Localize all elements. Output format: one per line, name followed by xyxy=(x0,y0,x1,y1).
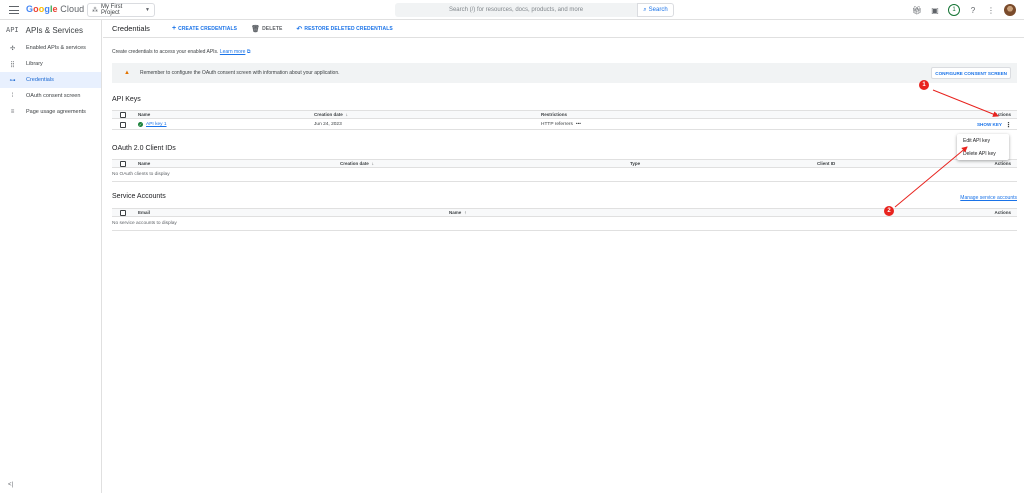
collapse-sidebar-icon[interactable]: <| xyxy=(8,482,13,488)
hub-icon: ✣ xyxy=(9,45,16,52)
sa-empty-row xyxy=(112,218,1017,231)
key-icon: ⊶ xyxy=(9,77,16,84)
project-icon: ⁂ xyxy=(92,7,98,14)
edit-api-key-menu-item[interactable]: Edit API key xyxy=(957,134,1009,147)
notifications-badge[interactable]: 1 xyxy=(948,4,960,16)
page-title: Credentials xyxy=(112,24,150,33)
table-row: ✓ API key 1 Jun 24, 2023 HTTP referrers … xyxy=(112,120,1017,130)
oauth-empty-row xyxy=(112,169,1017,182)
manage-service-accounts-link[interactable]: Manage service accounts xyxy=(960,195,1017,201)
more-vert-icon[interactable]: ⋮ xyxy=(986,5,996,15)
warning-icon: ▲ xyxy=(124,70,130,76)
check-circle-icon: ✓ xyxy=(138,122,143,127)
search-icon: ⌕ xyxy=(643,6,647,13)
sidebar-item-enabled-apis[interactable]: ✣ Enabled APIs & services xyxy=(0,40,101,56)
row-checkbox[interactable] xyxy=(120,121,126,128)
sidebar-item-oauth-consent[interactable]: ⁞ OAuth consent screen xyxy=(0,88,101,104)
arrow-down-icon: ↓ xyxy=(345,112,349,117)
sa-col-email[interactable]: Email xyxy=(138,209,150,216)
service-accounts-header-row: Email Name ↑ Actions xyxy=(112,208,1017,217)
main-menu-icon[interactable] xyxy=(8,4,20,16)
col-restrictions: Restrictions xyxy=(541,112,568,117)
search-button[interactable]: ⌕ Search xyxy=(637,3,674,17)
toolbar: Credentials + CREATE CREDENTIALS 🗑︎ DELE… xyxy=(103,20,1024,38)
consent-warning-banner: ▲ Remember to configure the OAuth consen… xyxy=(112,63,1017,83)
sidebar-header: API APIs & Services xyxy=(0,20,101,40)
banner-text: Remember to configure the OAuth consent … xyxy=(139,70,340,76)
create-credentials-button[interactable]: + CREATE CREDENTIALS xyxy=(172,25,237,32)
agreements-icon: ≡ xyxy=(10,109,15,115)
sa-col-name[interactable]: Name ↑ xyxy=(449,209,467,216)
api-icon: API xyxy=(6,26,19,34)
sidebar: API APIs & Services ✣ Enabled APIs & ser… xyxy=(0,20,102,493)
delete-button[interactable]: 🗑︎ DELETE xyxy=(251,25,282,33)
help-icon[interactable]: ? xyxy=(968,5,978,15)
configure-consent-screen-button[interactable]: CONFIGURE CONSENT SCREEN xyxy=(931,67,1011,79)
api-key-restrictions: HTTP referrers ••• xyxy=(541,122,581,127)
chevron-down-icon: ▼ xyxy=(145,7,150,13)
project-name: My First Project xyxy=(101,4,123,16)
api-key-actions-menu: Edit API key Delete API key xyxy=(957,134,1009,160)
sidebar-item-library[interactable]: ⣿ Library xyxy=(0,56,101,72)
service-accounts-title: Service Accounts xyxy=(112,193,166,200)
sidebar-item-page-usage[interactable]: ≡ Page usage agreements xyxy=(0,104,101,120)
oauth-col-name[interactable]: Name xyxy=(138,160,150,167)
undo-icon: ↶ xyxy=(296,25,303,33)
row-actions-kebab-icon[interactable]: ⋮ xyxy=(1005,121,1012,129)
consent-icon: ⁞ xyxy=(11,93,14,99)
more-restrictions-icon[interactable]: ••• xyxy=(576,122,581,127)
google-cloud-logo[interactable]: Google Cloud xyxy=(26,4,84,14)
external-link-icon: ⧉ xyxy=(246,49,251,55)
col-name[interactable]: Name xyxy=(138,111,150,118)
library-icon: ⣿ xyxy=(10,61,15,68)
arrow-down-icon: ↓ xyxy=(371,161,375,166)
main-content: Credentials + CREATE CREDENTIALS 🗑︎ DELE… xyxy=(103,20,1024,493)
oauth-col-actions: Actions xyxy=(994,161,1011,166)
col-creation-date[interactable]: Creation date ↓ xyxy=(314,111,348,118)
plus-icon: + xyxy=(171,25,177,32)
select-all-checkbox[interactable] xyxy=(120,111,126,118)
intro-text: Create credentials to access your enable… xyxy=(112,49,251,55)
col-actions: Actions xyxy=(994,112,1011,117)
sidebar-item-credentials[interactable]: ⊶ Credentials xyxy=(0,72,101,88)
top-actions: 🎁︎ ▣ 1 ? ⋮ xyxy=(912,3,1016,17)
oauth-title: OAuth 2.0 Client IDs xyxy=(112,145,176,152)
sa-col-actions: Actions xyxy=(994,210,1011,215)
project-picker[interactable]: ⁂ My First Project ▼ xyxy=(87,3,155,17)
gift-icon[interactable]: 🎁︎ xyxy=(912,5,922,15)
trash-icon: 🗑︎ xyxy=(251,25,261,33)
oauth-col-creation-date[interactable]: Creation date ↓ xyxy=(340,160,374,167)
arrow-up-icon: ↑ xyxy=(464,210,467,215)
api-key-creation-date: Jun 24, 2023 xyxy=(314,122,342,127)
annotation-marker-2: 2 xyxy=(884,206,894,216)
oauth-header-row: Name Creation date ↓ Type Client ID Acti… xyxy=(112,159,1017,168)
learn-more-link[interactable]: Learn more xyxy=(220,49,246,55)
sidebar-title: APIs & Services xyxy=(25,25,84,35)
restore-deleted-button[interactable]: ↶ RESTORE DELETED CREDENTIALS xyxy=(296,25,392,33)
cloud-shell-icon[interactable]: ▣ xyxy=(930,5,940,15)
oauth-col-client-id: Client ID xyxy=(817,161,836,166)
show-key-button[interactable]: SHOW KEY xyxy=(977,122,1002,127)
oauth-col-type[interactable]: Type xyxy=(630,160,640,167)
api-keys-header-row: Name Creation date ↓ Restrictions Action… xyxy=(112,110,1017,119)
delete-api-key-menu-item[interactable]: Delete API key xyxy=(957,147,1009,160)
oauth-select-all-checkbox[interactable] xyxy=(120,160,126,167)
annotation-marker-1: 1 xyxy=(919,80,929,90)
search-input[interactable]: Search (/) for resources, docs, products… xyxy=(395,3,637,17)
avatar[interactable] xyxy=(1004,4,1016,16)
top-bar: Google Cloud ⁂ My First Project ▼ Search… xyxy=(0,0,1024,20)
api-keys-title: API Keys xyxy=(112,96,141,103)
sa-select-all-checkbox[interactable] xyxy=(120,209,126,216)
api-key-name-link[interactable]: API key 1 xyxy=(146,122,167,127)
